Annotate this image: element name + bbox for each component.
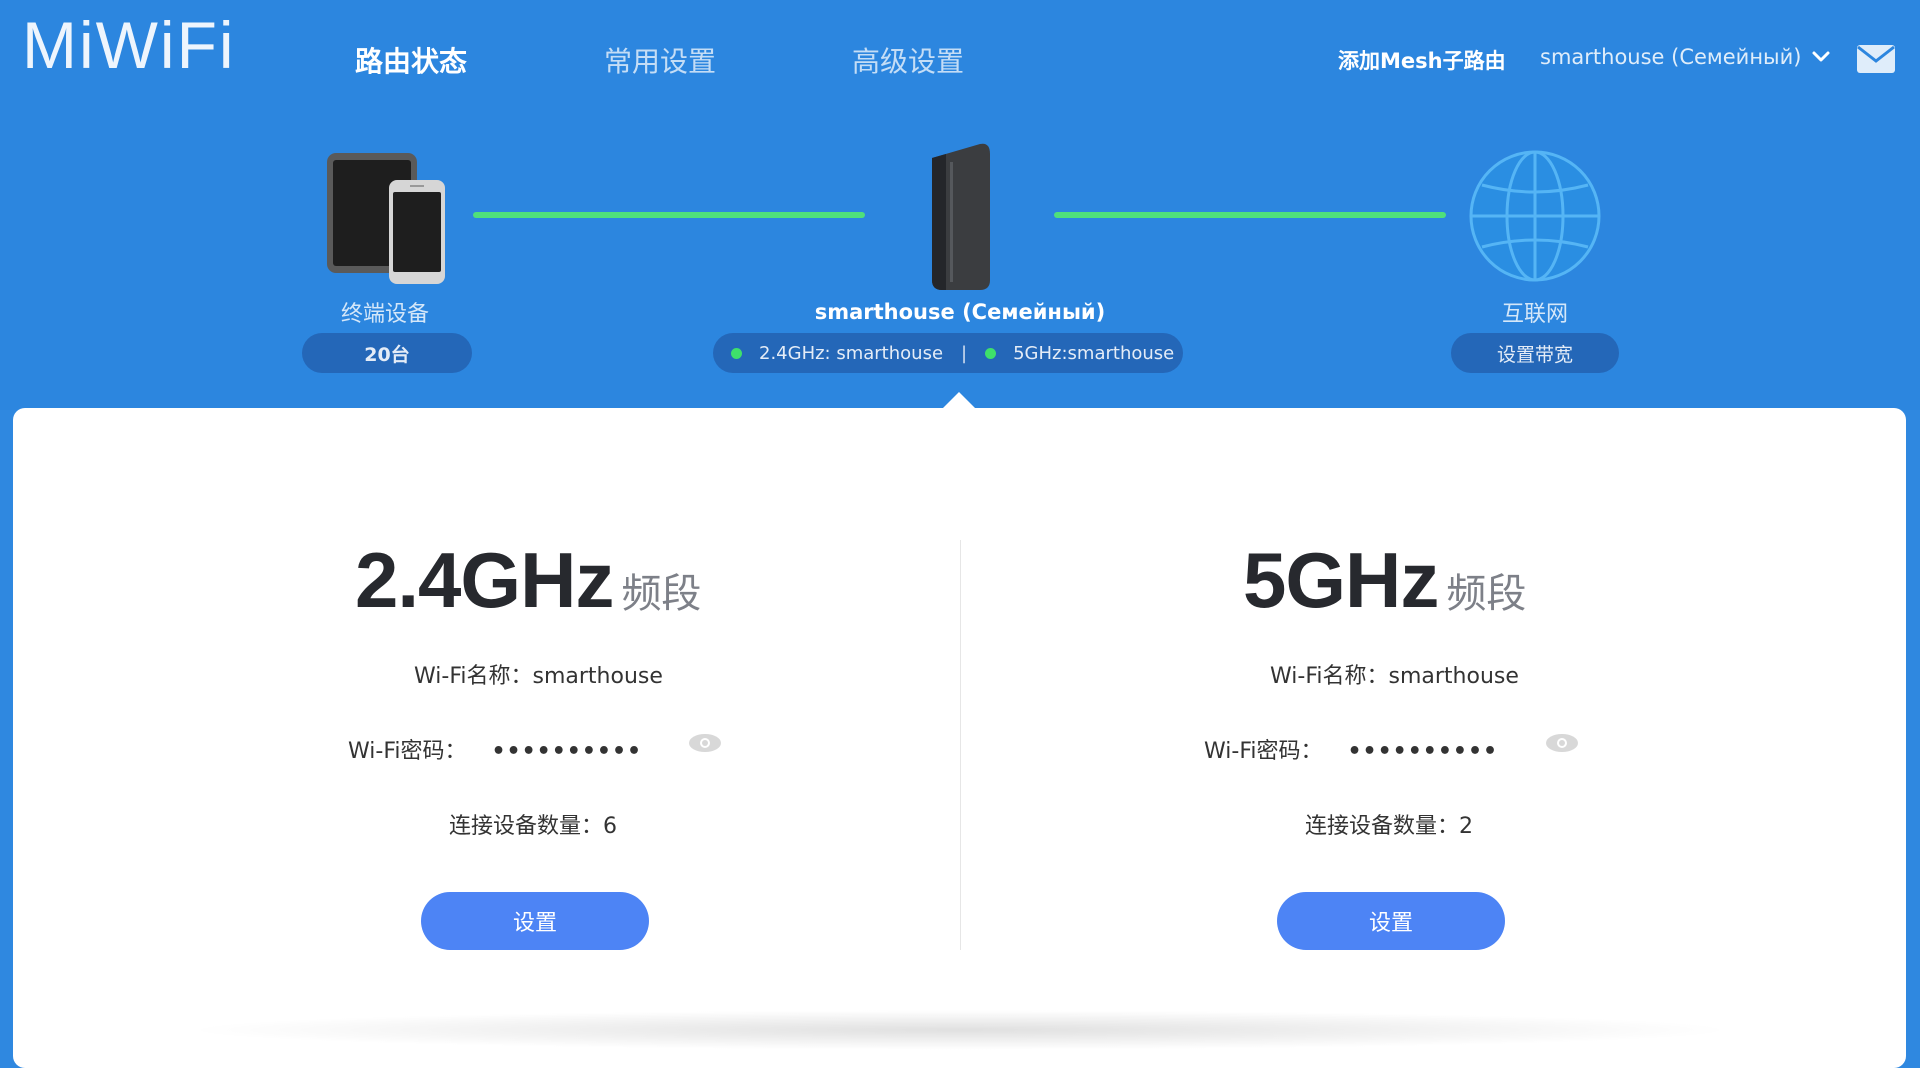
- bottom-shadow: [180, 1010, 1740, 1050]
- devices-router-link: [473, 212, 865, 218]
- wifi-name-label: Wi-Fi名称：: [414, 664, 533, 689]
- band-24-settings-button[interactable]: 设置: [421, 892, 649, 950]
- nav-common-settings[interactable]: 常用设置: [604, 40, 716, 80]
- wifi-name-label: Wi-Fi名称：: [1270, 664, 1389, 689]
- band-24-wifi-password: Wi-Fi密码： ••••••••••: [348, 733, 642, 765]
- router-name: smarthouse (Семейный): [814, 300, 1106, 324]
- user-menu[interactable]: smarthouse (Семейный): [1540, 45, 1831, 69]
- band-24-ssid: 2.4GHz: smarthouse: [759, 342, 944, 364]
- nav-router-status[interactable]: 路由状态: [355, 40, 467, 80]
- band-5-wifi-name: Wi-Fi名称：smarthouse: [1270, 658, 1519, 690]
- user-name: smarthouse (Семейный): [1540, 45, 1802, 69]
- nav-advanced-settings[interactable]: 高级设置: [852, 40, 964, 80]
- selected-node-caret: [942, 392, 976, 409]
- status-dot-5: [985, 347, 997, 359]
- router-internet-link: [1054, 212, 1446, 218]
- wifi-password-label: Wi-Fi密码：: [348, 739, 467, 764]
- add-mesh-router-link[interactable]: 添加Mesh子路由: [1338, 45, 1506, 75]
- band-separator: |: [961, 342, 968, 364]
- globe-icon: [1469, 150, 1601, 282]
- wifi-name-value: smarthouse: [532, 664, 663, 689]
- router-bands-pill[interactable]: 2.4GHz: smarthouse | 5GHz:smarthouse: [713, 333, 1183, 373]
- chevron-down-icon: [1812, 51, 1830, 62]
- miwifi-logo[interactable]: MiWiFi: [22, 12, 236, 78]
- band-24-title: 2.4GHz 频段: [355, 535, 701, 626]
- wifi-password-label: Wi-Fi密码：: [1204, 739, 1323, 764]
- band-5-settings-button[interactable]: 设置: [1277, 892, 1505, 950]
- set-bandwidth-button[interactable]: 设置带宽: [1451, 333, 1619, 373]
- devices-count-value: 6: [603, 814, 618, 839]
- band-24-suffix: 频段: [621, 571, 702, 617]
- devices-count-value: 2: [1459, 814, 1474, 839]
- devices-count-pill[interactable]: 20台: [302, 333, 472, 373]
- wifi-name-value: smarthouse: [1388, 664, 1519, 689]
- devices-count-label: 连接设备数量：: [1305, 814, 1460, 839]
- mail-icon[interactable]: [1856, 44, 1896, 74]
- wifi-password-value: ••••••••••: [1347, 739, 1499, 764]
- band-24-frequency: 2.4GHz: [355, 536, 614, 624]
- internet-label: 互联网: [1501, 302, 1568, 327]
- band-5-ssid: 5GHz:smarthouse: [1013, 342, 1175, 364]
- devices-label: 终端设备: [340, 302, 429, 327]
- header-banner: MiWiFi 路由状态 常用设置 高级设置 添加Mesh子路由 smarthou…: [0, 0, 1920, 410]
- band-5-device-count: 连接设备数量：2: [1305, 808, 1473, 840]
- wifi-password-value: ••••••••••: [491, 739, 643, 764]
- band-24-device-count: 连接设备数量：6: [449, 808, 617, 840]
- band-5-title: 5GHz 频段: [1243, 535, 1526, 626]
- band-divider: [960, 540, 961, 950]
- show-password-eye-icon[interactable]: [1545, 733, 1579, 753]
- router-icon: [932, 143, 990, 290]
- status-dot-24: [731, 347, 742, 359]
- show-password-eye-icon[interactable]: [688, 733, 722, 753]
- devices-count-label: 连接设备数量：: [449, 814, 604, 839]
- band-24-wifi-name: Wi-Fi名称：smarthouse: [414, 658, 663, 690]
- band-5-wifi-password: Wi-Fi密码： ••••••••••: [1204, 733, 1498, 765]
- tablet-phone-icon: [327, 153, 445, 284]
- band-5-suffix: 频段: [1446, 571, 1527, 617]
- band-5-frequency: 5GHz: [1243, 536, 1439, 624]
